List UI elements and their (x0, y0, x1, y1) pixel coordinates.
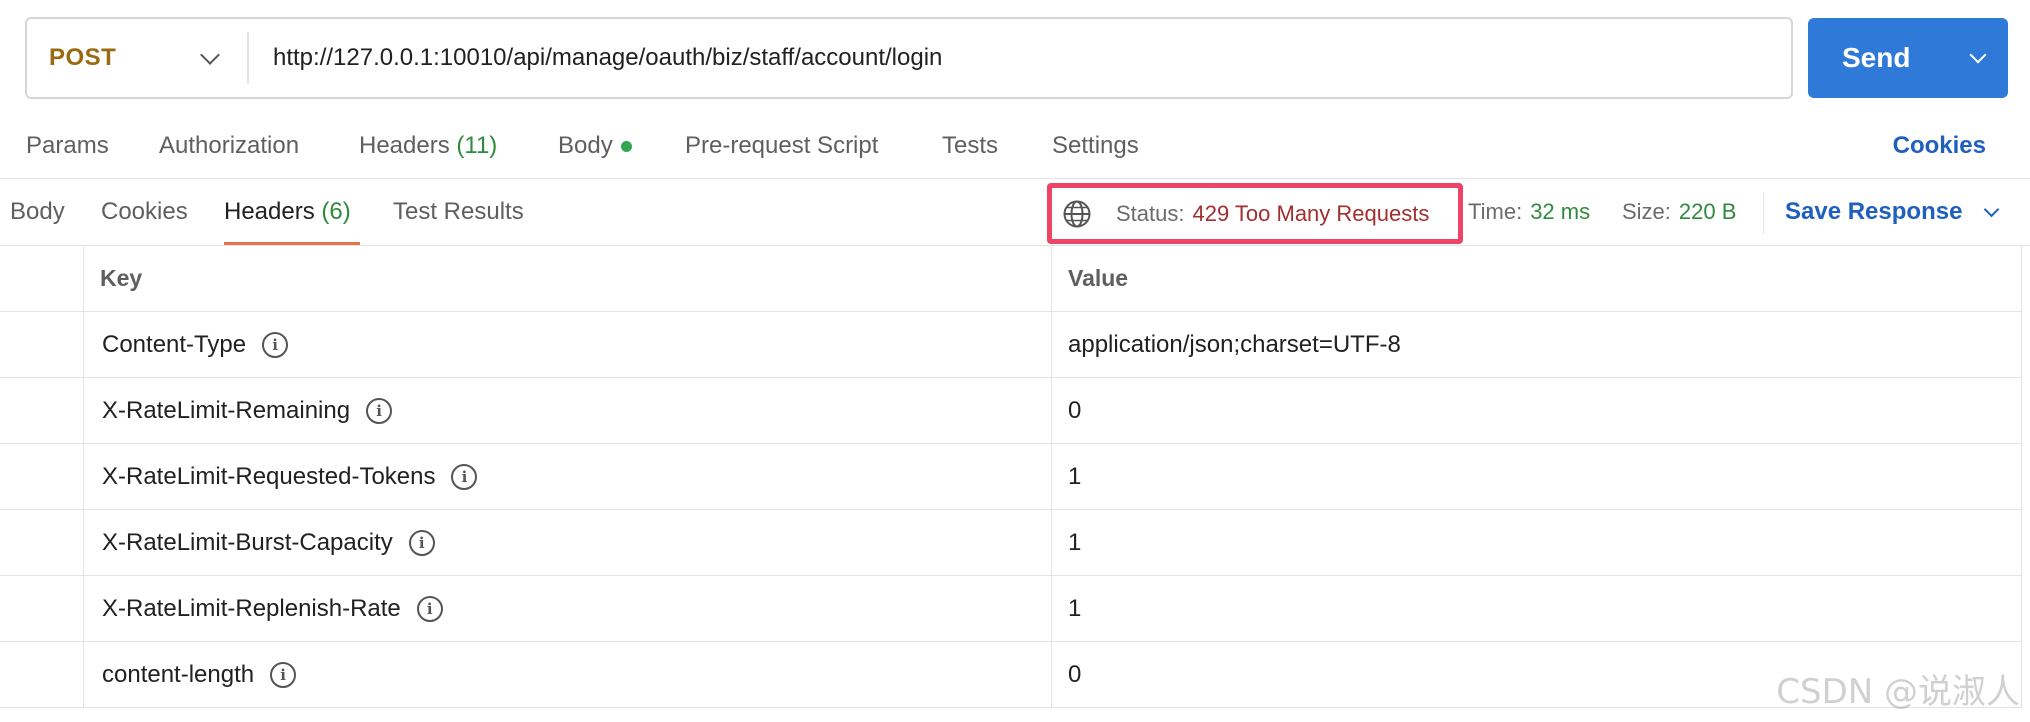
response-tab-body[interactable]: Body (10, 198, 65, 226)
header-key-text: X-RateLimit-Remaining (102, 396, 351, 424)
response-tab-test-results[interactable]: Test Results (393, 198, 524, 226)
table-row: X-RateLimit-Remaining i 0 (0, 378, 2022, 444)
request-tabs: Params Authorization Headers (11) Body P… (0, 120, 2030, 172)
method-label: POST (49, 44, 117, 71)
tab-label: Body (558, 132, 613, 159)
info-icon[interactable]: i (451, 463, 478, 490)
url-bar: POST (25, 17, 1793, 99)
status-value[interactable]: 429 Too Many Requests (1192, 201, 1429, 227)
header-value: 0 (1052, 378, 2022, 443)
header-key-text: X-RateLimit-Burst-Capacity (102, 528, 393, 556)
tab-pre-request-script[interactable]: Pre-request Script (685, 132, 878, 160)
header-key: content-length i (84, 642, 1052, 707)
tab-label: Headers (359, 132, 450, 159)
tab-headers[interactable]: Headers (11) (359, 132, 497, 160)
tab-label: Params (26, 132, 109, 159)
tab-label: Tests (942, 132, 999, 159)
tab-count: (6) (321, 198, 351, 225)
tab-label: Body (10, 198, 65, 225)
header-key-text: X-RateLimit-Requested-Tokens (102, 462, 436, 490)
table-row: content-length i 0 (0, 642, 2022, 708)
info-icon[interactable]: i (408, 529, 435, 556)
column-header-key: Key (84, 246, 1052, 311)
send-label: Send (1842, 42, 1911, 73)
size-value: 220 B (1678, 199, 1737, 224)
tab-label: Test Results (393, 198, 524, 225)
header-key-text: Content-Type (102, 330, 247, 358)
globe-icon[interactable] (1062, 199, 1092, 229)
header-key-text: content-length (102, 660, 255, 688)
save-response-button[interactable]: Save Response (1785, 198, 2000, 226)
tab-label: Cookies (101, 198, 188, 225)
header-value: 1 (1052, 576, 2022, 641)
row-gutter (0, 312, 84, 377)
column-header-value: Value (1052, 246, 2022, 311)
header-value: 1 (1052, 444, 2022, 509)
time-label: Time: (1468, 199, 1523, 224)
url-input[interactable] (249, 19, 1791, 97)
chevron-down-icon (1984, 201, 2000, 217)
divider (1763, 192, 1764, 234)
header-key: Content-Type i (84, 312, 1052, 377)
header-value: 1 (1052, 510, 2022, 575)
chevron-down-icon[interactable] (1969, 46, 1987, 64)
table-row: X-RateLimit-Burst-Capacity i 1 (0, 510, 2022, 576)
row-gutter (0, 642, 84, 707)
tab-count: (11) (456, 132, 498, 159)
info-icon[interactable]: i (270, 661, 297, 688)
response-tab-headers[interactable]: Headers (6) (224, 198, 351, 226)
tab-label: Headers (224, 198, 315, 225)
info-icon[interactable]: i (262, 331, 289, 358)
header-value: application/json;charset=UTF-8 (1052, 312, 2022, 377)
table-row: X-RateLimit-Requested-Tokens i 1 (0, 444, 2022, 510)
table-header-row: Key Value (0, 246, 2022, 312)
status-highlight: Status: 429 Too Many Requests (1047, 183, 1463, 244)
tab-body[interactable]: Body (558, 132, 632, 160)
table-row: X-RateLimit-Replenish-Rate i 1 (0, 576, 2022, 642)
watermark: CSDN @说淑人 (1776, 672, 2020, 712)
save-response-label: Save Response (1785, 198, 1963, 225)
row-gutter (0, 576, 84, 641)
method-select[interactable]: POST (27, 32, 249, 84)
headers-table: Key Value Content-Type i application/json… (0, 246, 2022, 708)
tab-authorization[interactable]: Authorization (159, 132, 299, 160)
chevron-down-icon (200, 45, 220, 65)
time-value: 32 ms (1530, 199, 1591, 224)
tab-label: Settings (1052, 132, 1139, 159)
modified-dot-icon (620, 141, 632, 153)
response-tab-cookies[interactable]: Cookies (101, 198, 188, 226)
tab-label: Authorization (159, 132, 300, 159)
tab-label: Pre-request Script (685, 132, 879, 159)
tab-tests[interactable]: Tests (942, 132, 998, 160)
response-time[interactable]: Time: 32 ms (1468, 199, 1590, 225)
header-key: X-RateLimit-Burst-Capacity i (84, 510, 1052, 575)
row-gutter (0, 378, 84, 443)
table-row: Content-Type i application/json;charset=U… (0, 312, 2022, 378)
header-key-text: X-RateLimit-Replenish-Rate (102, 594, 401, 622)
cookies-link[interactable]: Cookies (1893, 132, 1986, 160)
divider (0, 178, 2030, 179)
send-button[interactable]: Send (1808, 18, 2008, 98)
header-key: X-RateLimit-Remaining i (84, 378, 1052, 443)
tab-settings[interactable]: Settings (1052, 132, 1139, 160)
tab-params[interactable]: Params (26, 132, 109, 160)
status-label: Status: (1116, 200, 1185, 226)
response-size[interactable]: Size: 220 B (1622, 199, 1736, 225)
row-gutter (0, 246, 84, 311)
header-key: X-RateLimit-Requested-Tokens i (84, 444, 1052, 509)
size-label: Size: (1622, 199, 1671, 224)
header-key: X-RateLimit-Replenish-Rate i (84, 576, 1052, 641)
info-icon[interactable]: i (416, 595, 443, 622)
info-icon[interactable]: i (366, 397, 393, 424)
row-gutter (0, 444, 84, 509)
row-gutter (0, 510, 84, 575)
